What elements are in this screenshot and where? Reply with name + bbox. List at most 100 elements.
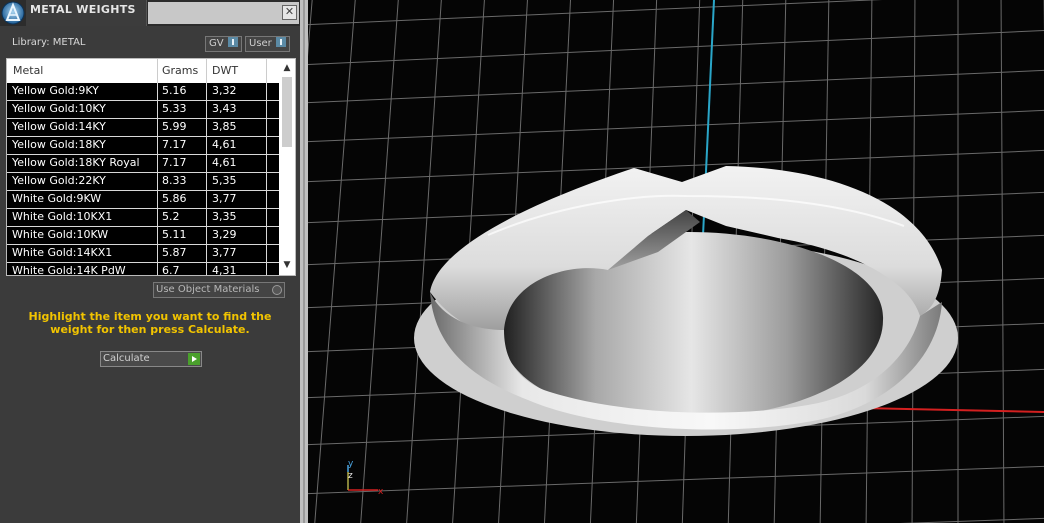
column-header-metal[interactable]: Metal [13, 64, 43, 77]
cell-divider [266, 173, 267, 190]
grams-cell: 5.11 [162, 228, 187, 241]
use-object-materials-button[interactable]: Use Object Materials [153, 282, 285, 298]
cell-divider [157, 155, 158, 172]
table-row[interactable]: Yellow Gold:18KY 7.17 4,61 [7, 137, 279, 155]
ring-model[interactable] [414, 166, 958, 436]
table-row[interactable]: White Gold:9KW 5.86 3,77 [7, 191, 279, 209]
dwt-cell: 4,61 [212, 138, 237, 151]
table-body: Yellow Gold:9KY 5.16 3,32 Yellow Gold:10KY 5… [7, 83, 279, 275]
cell-divider [206, 137, 207, 154]
grams-cell: 5.2 [162, 210, 180, 223]
metal-cell: Yellow Gold:10KY [12, 102, 106, 115]
radio-icon [272, 285, 282, 295]
scroll-up-arrow-icon[interactable]: ▲ [282, 63, 292, 73]
metal-cell: Yellow Gold:22KY [12, 174, 106, 187]
metal-cell: White Gold:9KW [12, 192, 102, 205]
cell-divider [266, 155, 267, 172]
metal-cell: White Gold:10KX1 [12, 210, 113, 223]
table-row[interactable]: White Gold:10KX1 5.2 3,35 [7, 209, 279, 227]
table-scrollbar[interactable]: ▲ ▼ [279, 59, 295, 275]
cell-divider [266, 101, 267, 118]
cell-divider [157, 119, 158, 136]
user-library-toggle[interactable]: User [245, 36, 290, 52]
metal-cell: Yellow Gold:14KY [12, 120, 106, 133]
app-logo-icon [1, 1, 25, 25]
cell-divider [266, 191, 267, 208]
column-separator[interactable] [266, 59, 267, 83]
grams-cell: 8.33 [162, 174, 187, 187]
metal-cell: White Gold:10KW [12, 228, 109, 241]
close-button[interactable]: ✕ [282, 5, 297, 20]
panel-title: METAL WEIGHTS [30, 3, 136, 16]
play-arrow-icon [188, 353, 200, 365]
viewport-scene[interactable]: y z x [308, 0, 1044, 523]
metal-cell: White Gold:14K PdW [12, 264, 126, 275]
gizmo-y-label: y [348, 459, 354, 469]
cell-divider [206, 119, 207, 136]
scroll-down-arrow-icon[interactable]: ▼ [282, 260, 292, 270]
cell-divider [206, 245, 207, 262]
table-row[interactable]: Yellow Gold:10KY 5.33 3,43 [7, 101, 279, 119]
dwt-cell: 3,29 [212, 228, 237, 241]
metal-weights-table: Metal Grams DWT Yellow Gold:9KY 5.16 3,32 Y… [6, 58, 296, 276]
user-toggle-label: User [249, 38, 272, 49]
scrollbar-thumb[interactable] [282, 77, 292, 147]
calculate-label: Calculate [103, 353, 150, 364]
table-row[interactable]: White Gold:14K PdW 6.7 4,31 [7, 263, 279, 275]
metal-cell: White Gold:14KX1 [12, 246, 113, 259]
cell-divider [157, 173, 158, 190]
use-object-materials-label: Use Object Materials [156, 284, 260, 295]
grams-cell: 6.7 [162, 264, 180, 275]
cell-divider [266, 263, 267, 275]
dwt-cell: 3,85 [212, 120, 237, 133]
column-header-grams[interactable]: Grams [162, 64, 198, 77]
column-header-dwt[interactable]: DWT [212, 64, 238, 77]
grams-cell: 7.17 [162, 138, 187, 151]
panel-title-tab: METAL WEIGHTS [26, 0, 147, 26]
metal-cell: Yellow Gold:9KY [12, 84, 99, 97]
column-separator[interactable] [206, 59, 207, 83]
column-separator[interactable] [157, 59, 158, 83]
table-row[interactable]: White Gold:14KX1 5.87 3,77 [7, 245, 279, 263]
gizmo-x-label: x [378, 487, 384, 497]
table-row[interactable]: Yellow Gold:22KY 8.33 5,35 [7, 173, 279, 191]
table-row[interactable]: Yellow Gold:14KY 5.99 3,85 [7, 119, 279, 137]
instruction-text: Highlight the item you want to find the … [28, 310, 272, 336]
cell-divider [206, 101, 207, 118]
cell-divider [266, 83, 267, 100]
calculate-button[interactable]: Calculate [100, 351, 202, 367]
gizmo-z-label: z [348, 471, 353, 481]
grams-cell: 5.33 [162, 102, 187, 115]
cell-divider [266, 119, 267, 136]
dwt-cell: 3,43 [212, 102, 237, 115]
dwt-cell: 3,32 [212, 84, 237, 97]
cell-divider [206, 83, 207, 100]
metal-cell: Yellow Gold:18KY [12, 138, 106, 151]
cell-divider [266, 227, 267, 244]
cell-divider [157, 245, 158, 262]
cell-divider [157, 83, 158, 100]
cell-divider [266, 245, 267, 262]
cell-divider [157, 227, 158, 244]
metal-weights-panel: METAL WEIGHTS ✕ Library: METAL GV User M… [0, 0, 300, 523]
gv-library-toggle[interactable]: GV [205, 36, 242, 52]
3d-viewport[interactable]: y z x [308, 0, 1044, 523]
dwt-cell: 4,31 [212, 264, 237, 275]
table-header: Metal Grams DWT [7, 59, 279, 83]
metal-cell: Yellow Gold:18KY Royal [12, 156, 140, 169]
table-row[interactable]: White Gold:10KW 5.11 3,29 [7, 227, 279, 245]
grams-cell: 5.16 [162, 84, 187, 97]
cell-divider [206, 191, 207, 208]
gv-toggle-label: GV [209, 38, 224, 49]
cell-divider [206, 209, 207, 226]
dwt-cell: 4,61 [212, 156, 237, 169]
table-row[interactable]: Yellow Gold:18KY Royal 7.17 4,61 [7, 155, 279, 173]
cell-divider [266, 209, 267, 226]
cell-divider [157, 101, 158, 118]
cell-divider [206, 263, 207, 275]
grams-cell: 5.99 [162, 120, 187, 133]
table-row[interactable]: Yellow Gold:9KY 5.16 3,32 [7, 83, 279, 101]
cell-divider [206, 227, 207, 244]
gv-toggle-icon [227, 37, 238, 47]
dwt-cell: 3,77 [212, 246, 237, 259]
